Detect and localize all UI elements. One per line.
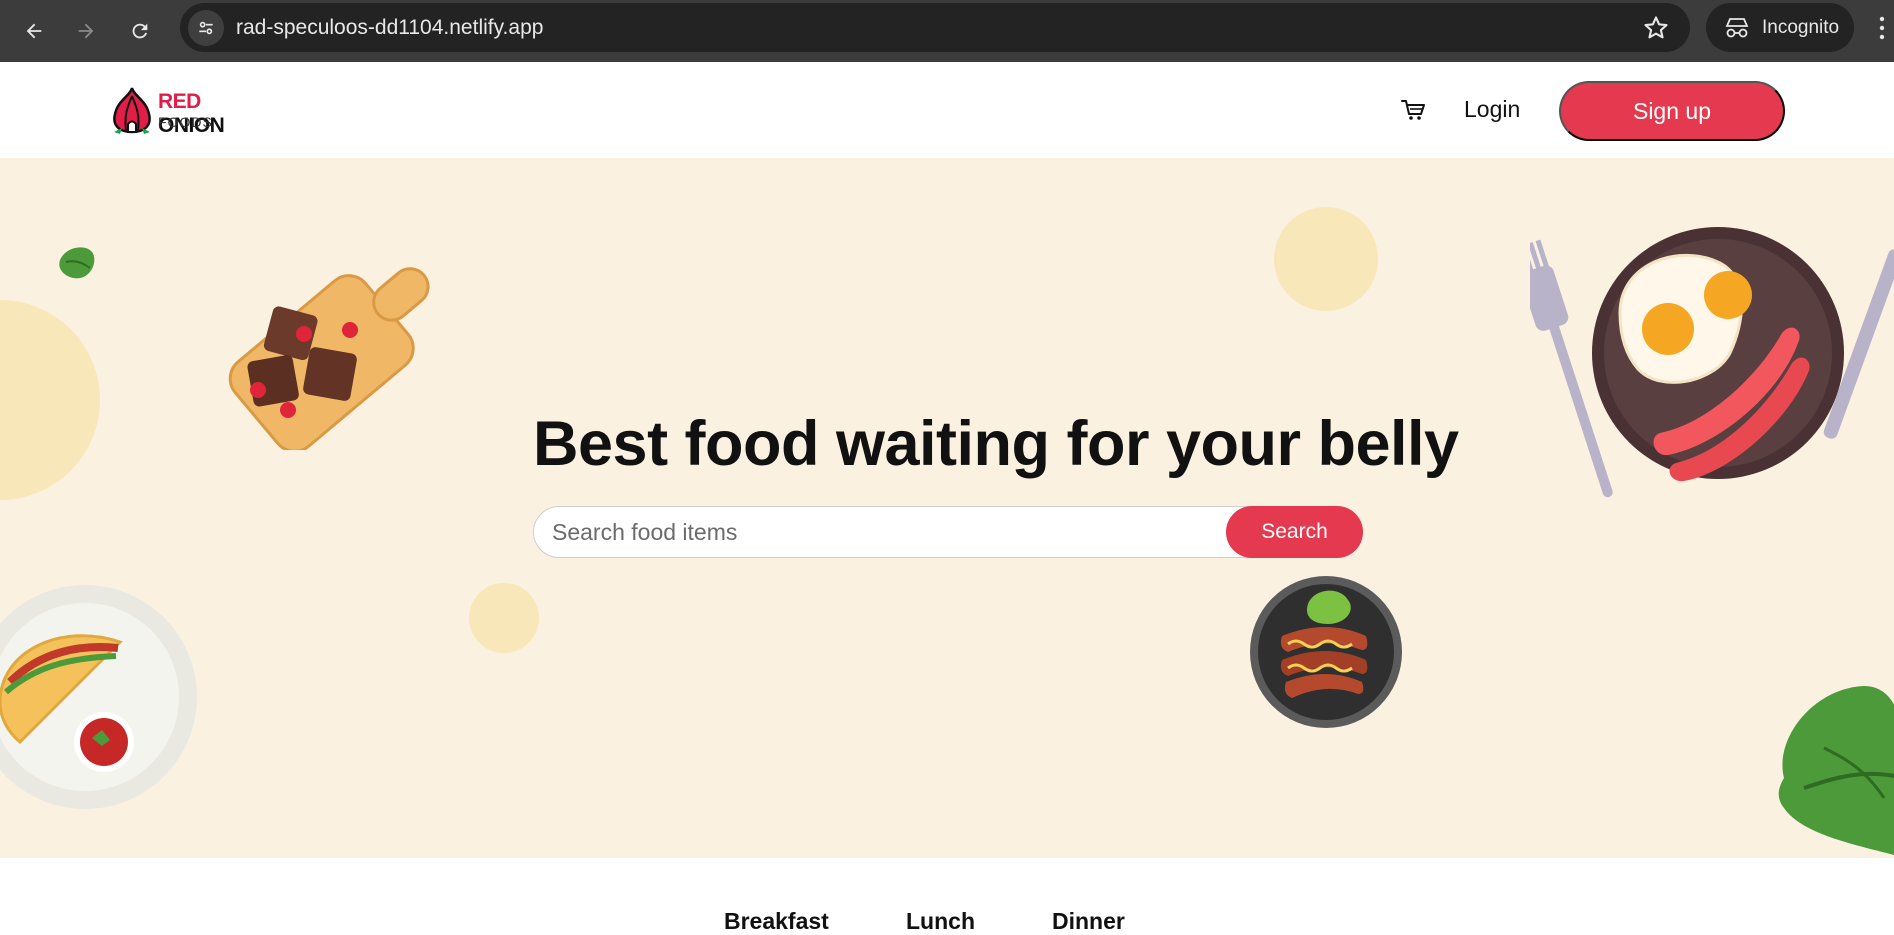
decor-circle-small (469, 583, 539, 653)
arrow-left-icon (26, 23, 42, 39)
site-header: RED ONION FOODS Login Sign up (0, 62, 1894, 158)
search-input[interactable] (552, 507, 1212, 557)
reload-button[interactable] (120, 11, 160, 51)
address-bar[interactable]: rad-speculoos-dd1104.netlify.app (180, 3, 1690, 52)
reload-icon (132, 23, 148, 39)
tune-icon (199, 21, 213, 35)
incognito-label: Incognito (1762, 16, 1840, 38)
signup-button[interactable]: Sign up (1559, 81, 1785, 141)
tab-dinner[interactable]: Dinner (1052, 908, 1125, 935)
decor-circle-top (1274, 207, 1378, 311)
onion-logo-icon (113, 87, 151, 134)
search-button[interactable]: Search (1226, 506, 1363, 558)
incognito-icon (1725, 17, 1749, 37)
taco-plate-image (0, 585, 197, 809)
breakfast-plate-image (1530, 227, 1894, 498)
site-info-button[interactable] (188, 10, 224, 46)
incognito-indicator[interactable]: Incognito (1706, 3, 1854, 52)
sausage-plate-image (1250, 576, 1402, 728)
hero-title: Best food waiting for your belly (533, 409, 1459, 479)
more-vert-icon[interactable] (1870, 14, 1894, 44)
forward-button[interactable] (66, 11, 106, 51)
hero-section: Best food waiting for your belly Search (0, 158, 1894, 858)
tab-lunch[interactable]: Lunch (906, 908, 975, 935)
leaf-icon (59, 247, 95, 279)
cart-icon[interactable] (1400, 98, 1426, 122)
meal-tabs: Breakfast Lunch Dinner (0, 858, 1894, 935)
arrow-right-icon (78, 23, 94, 39)
login-link[interactable]: Login (1464, 96, 1520, 123)
lettuce-image (1778, 686, 1894, 856)
brand-logo[interactable]: RED ONION FOODS (110, 86, 270, 137)
brand-subtitle: FOODS (158, 114, 213, 130)
decor-circle-large (0, 300, 100, 500)
url-text[interactable]: rad-speculoos-dd1104.netlify.app (236, 16, 543, 40)
browser-toolbar: rad-speculoos-dd1104.netlify.app Incogni… (0, 0, 1894, 62)
brownies-board-image (228, 267, 430, 450)
back-button[interactable] (14, 11, 54, 51)
brand-name-red: RED (158, 90, 201, 113)
bookmark-star-icon[interactable] (1642, 14, 1670, 42)
tab-breakfast[interactable]: Breakfast (724, 908, 829, 935)
